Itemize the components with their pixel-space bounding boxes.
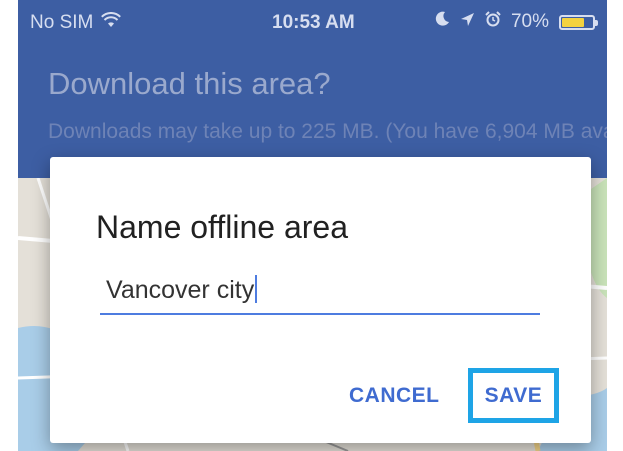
area-name-text: Vancover city: [106, 276, 255, 304]
status-time: 10:53 AM: [272, 12, 355, 33]
text-caret: [255, 275, 258, 303]
status-right: 70%: [434, 11, 598, 33]
carrier-label: No SIM: [30, 12, 94, 33]
battery-icon: [559, 14, 598, 30]
name-offline-area-dialog: Name offline area Vancover city CANCEL S…: [50, 157, 591, 443]
header-subtitle: Downloads may take up to 225 MB. (You ha…: [48, 120, 607, 143]
moon-icon: [434, 11, 450, 33]
dialog-title: Name offline area: [96, 209, 348, 245]
header-title: Download this area?: [48, 66, 331, 101]
download-area-header: No SIM 10:53 AM 70% Download this area? …: [18, 0, 607, 178]
battery-fill: [562, 17, 585, 27]
cancel-button[interactable]: CANCEL: [349, 384, 440, 408]
status-left: No SIM: [30, 12, 122, 34]
alarm-icon: [485, 11, 501, 33]
battery-percent: 70%: [510, 11, 549, 32]
phone-screen: No SIM 10:53 AM 70% Download this area? …: [18, 0, 607, 451]
location-arrow-icon: [460, 11, 475, 33]
area-name-input[interactable]: Vancover city: [100, 269, 540, 315]
area-name-value: Vancover city: [106, 275, 258, 305]
status-bar: No SIM 10:53 AM 70%: [18, 0, 607, 44]
save-button[interactable]: SAVE: [468, 368, 559, 423]
wifi-icon: [101, 12, 122, 34]
save-button-label: SAVE: [484, 383, 543, 407]
